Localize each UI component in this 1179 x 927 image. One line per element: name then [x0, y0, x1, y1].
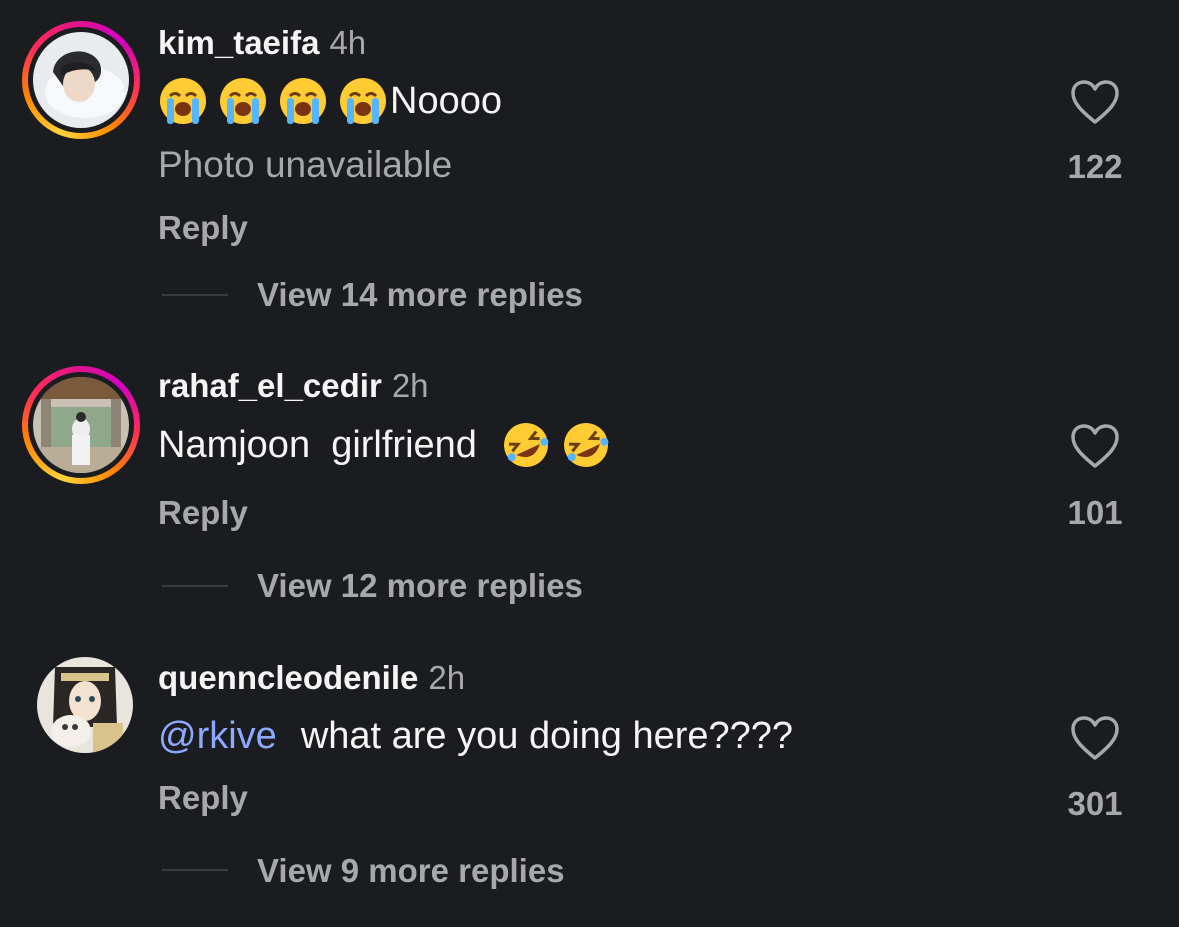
replies-divider: [162, 869, 228, 871]
avatar[interactable]: [22, 366, 140, 484]
replies-divider: [162, 585, 228, 587]
comment-body: Namjoon girlfriend: [158, 423, 477, 466]
view-more-replies-button[interactable]: View 14 more replies: [257, 276, 583, 314]
comment-text: Namjoon girlfriend: [158, 420, 621, 470]
loudly-crying-face-icon: [160, 78, 206, 124]
comment-username[interactable]: rahaf_el_cedir 2h: [158, 367, 429, 405]
like-count: 301: [1067, 785, 1123, 822]
avatar[interactable]: [22, 21, 140, 139]
comment-username[interactable]: kim_taeifa 4h: [158, 24, 366, 62]
view-more-replies-button[interactable]: View 12 more replies: [257, 567, 583, 605]
like-count: 122: [1067, 148, 1123, 185]
heart-icon[interactable]: [1070, 716, 1120, 762]
loudly-crying-face-icon: [220, 78, 266, 124]
comment-timestamp: 4h: [329, 24, 367, 61]
rolling-on-floor-laughing-icon: [503, 423, 549, 467]
loudly-crying-face-icon: [280, 78, 326, 124]
comment-text: @rkive what are you doing here????: [158, 711, 793, 761]
reply-button[interactable]: Reply: [158, 494, 248, 532]
comment-body: Noooo: [390, 79, 502, 122]
replies-divider: [162, 294, 228, 296]
comment-timestamp: 2h: [428, 659, 466, 696]
comment-body: what are you doing here????: [300, 714, 794, 757]
loudly-crying-face-icon: [340, 78, 386, 124]
heart-icon[interactable]: [1070, 80, 1120, 126]
reply-button[interactable]: Reply: [158, 209, 248, 247]
view-more-replies-button[interactable]: View 9 more replies: [257, 852, 565, 890]
reply-button[interactable]: Reply: [158, 779, 248, 817]
comment-timestamp: 2h: [391, 367, 429, 404]
comment-username[interactable]: quenncleodenile 2h: [158, 659, 465, 697]
comment-text: Noooo: [158, 76, 502, 126]
avatar[interactable]: [37, 657, 133, 753]
heart-icon[interactable]: [1070, 424, 1120, 470]
like-count: 101: [1067, 494, 1123, 531]
photo-unavailable-label: Photo unavailable: [158, 144, 453, 185]
rolling-on-floor-laughing-icon: [563, 423, 609, 467]
mention-link[interactable]: @rkive: [158, 715, 277, 758]
